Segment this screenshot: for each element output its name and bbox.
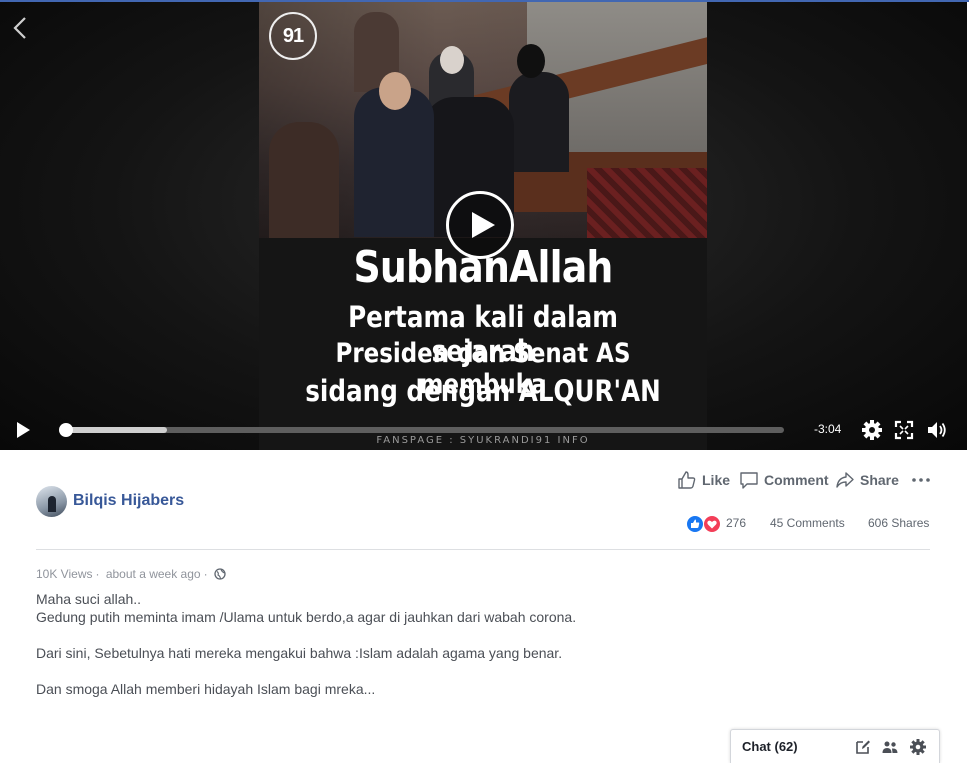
divider [36, 549, 930, 550]
reaction-count[interactable]: 276 [726, 516, 746, 530]
play-icon[interactable] [14, 421, 32, 439]
avatar[interactable] [36, 486, 67, 517]
comment-label: Comment [764, 472, 829, 488]
caption-line-3: sidang dengan ALQUR'AN [305, 374, 661, 408]
chat-label[interactable]: Chat (62) [742, 739, 798, 754]
description-line: Dan smoga Allah memberi hidayah Islam ba… [36, 681, 376, 697]
view-count: 10K Views [36, 567, 93, 581]
fullscreen-icon[interactable] [894, 419, 916, 441]
like-label: Like [702, 472, 731, 488]
comment-button[interactable]: Comment [739, 470, 829, 490]
like-button[interactable]: Like [677, 470, 730, 490]
buffered-progress [66, 427, 167, 433]
reaction-icons[interactable] [686, 515, 724, 533]
description-line: Gedung putih meminta imam /Ulama untuk b… [36, 609, 577, 625]
time-remaining: -3:04 [814, 422, 842, 436]
description-line: Dari sini, Sebetulnya hati mereka mengak… [36, 645, 563, 661]
post-meta: 10K Views · about a week ago · [36, 567, 229, 583]
love-reaction-icon [703, 515, 721, 533]
group-icon[interactable] [881, 738, 899, 756]
shares-count[interactable]: 606 Shares [868, 516, 929, 530]
channel-logo: 91 [269, 12, 317, 60]
meta-separator: · [95, 567, 100, 581]
seek-bar[interactable] [59, 423, 784, 437]
meta-separator: · [203, 567, 208, 581]
share-arrow-icon [836, 472, 854, 488]
globe-icon [214, 568, 226, 583]
poster-name[interactable]: Bilqis Hijabers [73, 492, 184, 510]
comment-icon [740, 472, 758, 489]
new-message-icon[interactable] [854, 738, 872, 756]
video-player[interactable]: 91 SubhanAllah Pertama kali dalam sejara… [0, 2, 967, 450]
comments-count[interactable]: 45 Comments [770, 516, 845, 530]
chat-bar[interactable]: Chat (62) [730, 729, 940, 763]
share-button[interactable]: Share [835, 470, 899, 490]
post-time[interactable]: about a week ago [106, 567, 201, 581]
video-controls: -3:04 [0, 410, 967, 450]
more-options-icon[interactable] [911, 470, 931, 495]
volume-icon[interactable] [926, 419, 948, 441]
seek-handle[interactable] [59, 423, 73, 437]
description-line: Maha suci allah.. [36, 591, 142, 607]
like-reaction-icon [686, 515, 704, 533]
big-play-button[interactable] [446, 191, 514, 259]
thumbs-up-icon [678, 471, 696, 489]
back-arrow-icon[interactable] [10, 14, 30, 42]
gear-icon[interactable] [861, 419, 883, 441]
gear-icon[interactable] [909, 738, 927, 756]
share-label: Share [860, 472, 899, 488]
